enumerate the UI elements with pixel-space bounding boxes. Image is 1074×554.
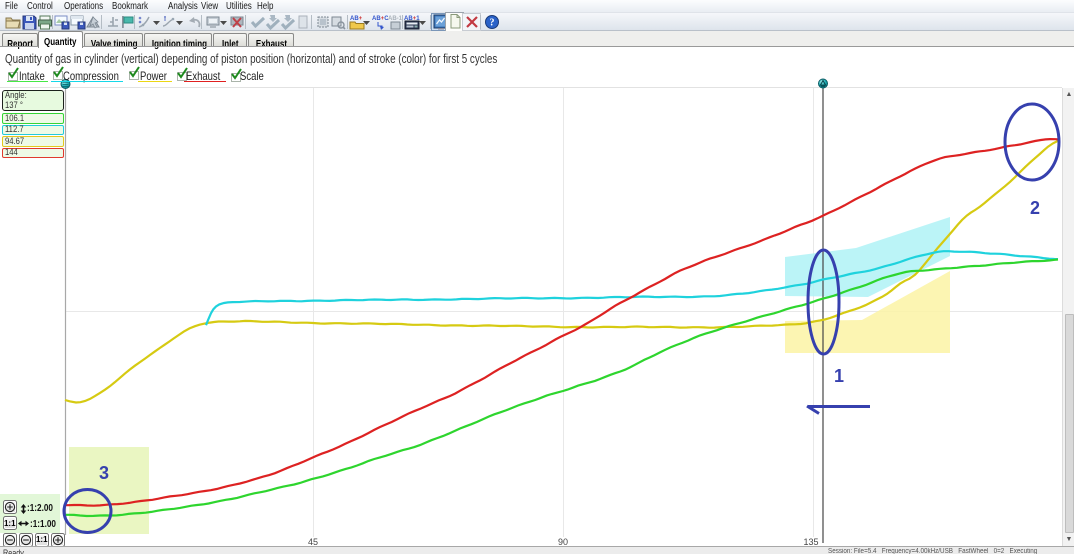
svg-text:?: ? <box>490 18 495 29</box>
svg-text:AB+C: AB+C <box>372 16 388 22</box>
svg-text:3: 3 <box>99 463 109 483</box>
svg-text:AB-1: AB-1 <box>388 16 403 22</box>
svg-text:2: 2 <box>1030 198 1040 218</box>
svg-text:1: 1 <box>834 366 844 386</box>
svg-text:AB+: AB+ <box>350 16 363 22</box>
